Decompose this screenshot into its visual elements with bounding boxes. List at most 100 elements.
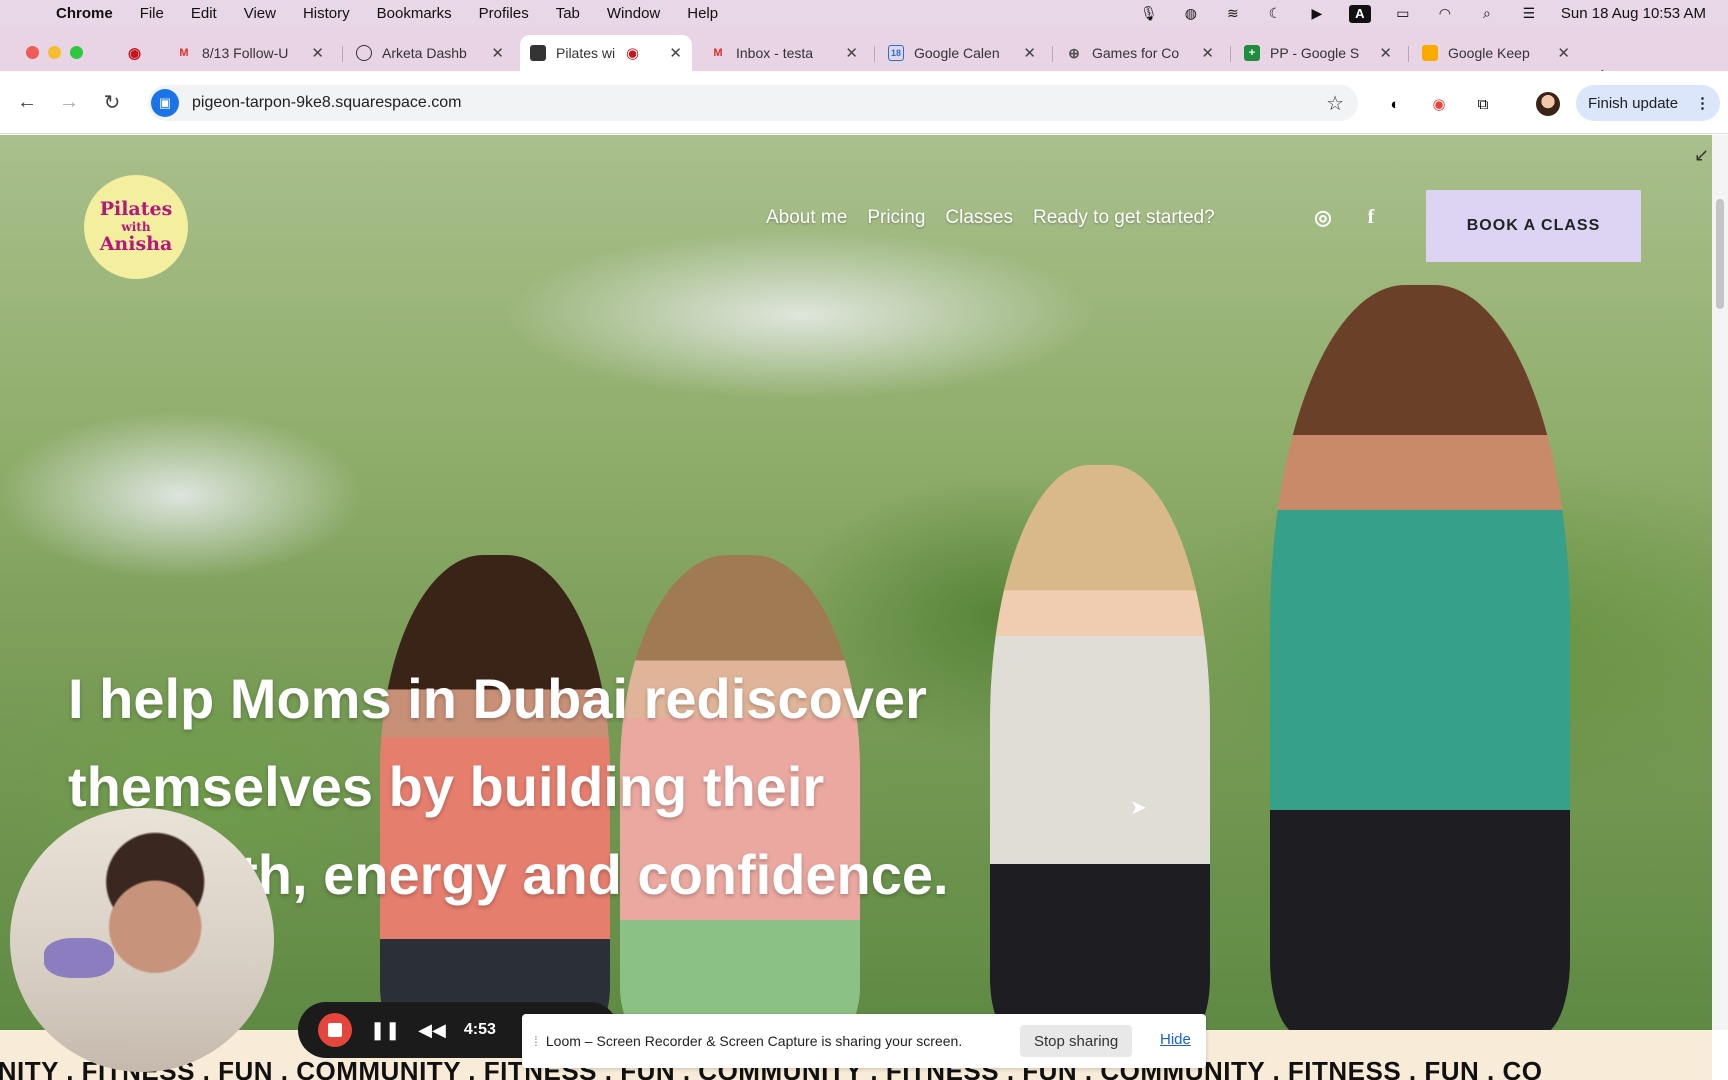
menu-view[interactable]: View (244, 5, 276, 22)
apple-icon[interactable] (22, 5, 40, 23)
menu-edit[interactable]: Edit (191, 5, 217, 22)
scrollbar-thumb[interactable] (1716, 199, 1724, 309)
stop-recording-button[interactable] (318, 1013, 352, 1047)
tab-title: Inbox - testa (736, 45, 814, 61)
tab-arketa[interactable]: Arketa Dashb ✕ (346, 35, 514, 71)
address-bar[interactable]: ▣ pigeon-tarpon-9ke8.squarespace.com ☆ (148, 85, 1358, 121)
close-tab-icon[interactable]: ✕ (1379, 44, 1392, 62)
calendar-icon: 18 (888, 45, 904, 61)
stop-sharing-button[interactable]: Stop sharing (1020, 1025, 1133, 1057)
url-text[interactable]: pigeon-tarpon-9ke8.squarespace.com (192, 94, 462, 112)
facebook-icon[interactable]: f (1359, 205, 1383, 229)
minimize-window-button[interactable] (48, 46, 61, 59)
zoom-window-button[interactable] (70, 46, 83, 59)
menu-history[interactable]: History (303, 5, 350, 22)
loom-icon[interactable]: ◍ (1181, 5, 1201, 22)
nav-about-me[interactable]: About me (766, 207, 847, 229)
site-logo[interactable]: Pilates with Anisha (84, 175, 188, 279)
reload-icon[interactable]: ↻ (101, 91, 123, 114)
keep-icon (1422, 45, 1438, 61)
collapse-arrow-icon[interactable]: ↙ (1694, 145, 1709, 166)
finish-update-label: Finish update (1588, 94, 1679, 112)
menu-bookmarks[interactable]: Bookmarks (377, 5, 452, 22)
moon-icon[interactable]: ☾ (1265, 5, 1285, 22)
tab-games[interactable]: ⊕ Games for Co ✕ (1056, 35, 1224, 71)
instagram-icon[interactable]: ◎ (1311, 205, 1335, 229)
spotlight-search-icon[interactable]: ⌕ (1477, 5, 1497, 22)
close-tab-icon[interactable]: ✕ (845, 44, 858, 62)
site-info-icon[interactable]: ▣ (151, 89, 179, 117)
webcam-background (44, 938, 114, 978)
finish-update-button[interactable]: Finish update ⋮ (1576, 85, 1720, 121)
play-circle-icon[interactable]: ▶ (1307, 5, 1327, 22)
mouse-cursor-icon: ➤ (1130, 797, 1147, 819)
sheets-icon: + (1244, 45, 1260, 61)
tab-divider (874, 46, 875, 62)
microphone-icon[interactable]: 🎙 (1139, 5, 1159, 22)
drag-handle-icon[interactable]: ⁞ (534, 1033, 538, 1049)
arketa-icon (356, 45, 372, 61)
gmail-icon: M (179, 47, 189, 59)
extensions-puzzle-icon[interactable]: ⧉ (1472, 93, 1494, 115)
tab-strip: ◉ M 8/13 Follow-U ✕ Arketa Dashb ✕ Pilat… (0, 27, 1728, 88)
rewind-icon[interactable]: ◀◀ (418, 1020, 446, 1041)
tab-google-keep[interactable]: Google Keep ✕ (1412, 35, 1580, 71)
hide-link[interactable]: Hide (1160, 1031, 1191, 1048)
menu-file[interactable]: File (140, 5, 164, 22)
window-controls (26, 46, 83, 59)
close-tab-icon[interactable]: ✕ (669, 44, 682, 62)
tab-google-calendar[interactable]: 18 Google Calen ✕ (878, 35, 1046, 71)
nav-ready-to-get-started[interactable]: Ready to get started? (1033, 207, 1215, 229)
page-scrollbar[interactable] (1712, 135, 1728, 1030)
recording-timer: 4:53 (463, 1021, 496, 1038)
stack-icon[interactable]: ≋ (1223, 5, 1243, 22)
tab-gmail-inbox[interactable]: M Inbox - testa ✕ (700, 35, 868, 71)
tab-google-sheets[interactable]: + PP - Google S ✕ (1234, 35, 1402, 71)
tab-title: PP - Google S (1270, 45, 1360, 61)
close-tab-icon[interactable]: ✕ (1557, 44, 1570, 62)
tab-gmail-followup[interactable]: M 8/13 Follow-U ✕ (166, 35, 334, 71)
globe-icon: ⊕ (1068, 44, 1080, 61)
browser-toolbar: ← → ↻ ▣ pigeon-tarpon-9ke8.squarespace.c… (0, 71, 1728, 134)
forward-arrow-icon[interactable]: → (58, 91, 80, 113)
more-menu-icon[interactable]: ⋮ (1695, 94, 1710, 112)
menu-profiles[interactable]: Profiles (479, 5, 529, 22)
loom-camera-bubble[interactable] (10, 808, 274, 1072)
back-arrow-icon[interactable]: ← (16, 91, 38, 113)
nav-classes[interactable]: Classes (945, 207, 1013, 229)
pause-icon[interactable]: ❚❚ (370, 1020, 400, 1041)
tab-divider (1052, 46, 1053, 62)
tab-recording[interactable]: ◉ (118, 35, 148, 71)
close-tab-icon[interactable]: ✕ (491, 44, 504, 62)
tab-title: Google Calen (914, 45, 1000, 61)
headline-line: I help Moms in Dubai rediscover (68, 667, 927, 730)
bookmark-star-icon[interactable]: ☆ (1326, 91, 1344, 116)
input-source-icon[interactable]: A (1348, 4, 1371, 23)
logo-line: Anisha (99, 233, 173, 255)
close-window-button[interactable] (26, 46, 39, 59)
wifi-icon[interactable]: ◠ (1435, 5, 1455, 22)
menubar-clock[interactable]: Sun 18 Aug 10:53 AM (1561, 5, 1706, 22)
extension-lens-icon[interactable]: ◐ (1384, 93, 1406, 115)
nav-pricing[interactable]: Pricing (867, 207, 925, 229)
menu-chrome[interactable]: Chrome (56, 5, 113, 22)
extension-color-icon[interactable]: ◉ (1428, 93, 1450, 115)
close-tab-icon[interactable]: ✕ (1023, 44, 1036, 62)
hero-photo-person (1270, 285, 1570, 1030)
headline-line: themselves by building their (68, 755, 825, 818)
menu-help[interactable]: Help (687, 5, 718, 22)
sharing-message: Loom – Screen Recorder & Screen Capture … (545, 1033, 963, 1049)
menu-tab[interactable]: Tab (556, 5, 580, 22)
status-area: 🎙 ◍ ≋ ☾ ▶ A ▭ ◠ ⌕ ☰ Sun 18 Aug 10:53 AM (1139, 0, 1706, 27)
battery-icon[interactable]: ▭ (1393, 5, 1413, 22)
book-a-class-button[interactable]: BOOK A CLASS (1426, 190, 1641, 262)
tab-divider (342, 46, 343, 62)
close-tab-icon[interactable]: ✕ (311, 44, 324, 62)
close-tab-icon[interactable]: ✕ (1201, 44, 1214, 62)
tab-title: Google Keep (1448, 45, 1530, 61)
menu-window[interactable]: Window (607, 5, 660, 22)
control-center-icon[interactable]: ☰ (1519, 5, 1539, 22)
tab-title: 8/13 Follow-U (202, 45, 289, 61)
profile-avatar[interactable] (1536, 92, 1560, 116)
tab-pilates-active[interactable]: Pilates wi ◉ ✕ (520, 35, 692, 71)
